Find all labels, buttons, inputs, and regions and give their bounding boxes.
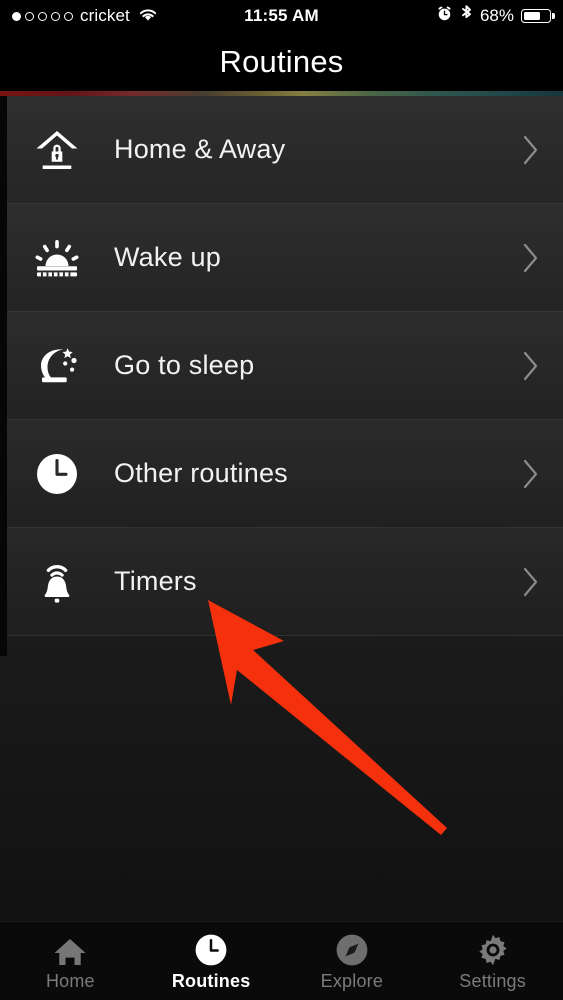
signal-dot-4 [51, 11, 60, 21]
battery-fill [523, 11, 541, 21]
status-bar-right: 68% [436, 4, 551, 28]
tab-settings[interactable]: Settings [422, 922, 563, 1000]
clock-icon [194, 931, 228, 967]
empty-area [0, 636, 563, 921]
list-item-label: Home & Away [114, 134, 286, 164]
list-item-label: Timers [114, 566, 197, 596]
status-bar: cricket 11:55 AM 68% [0, 0, 563, 32]
accent-gradient-line [0, 91, 563, 96]
ringing-bell-icon [22, 551, 92, 613]
chevron-right-icon[interactable] [519, 565, 541, 599]
chevron-right-icon[interactable] [519, 349, 541, 383]
chevron-right-icon[interactable] [519, 241, 541, 275]
gear-icon [476, 931, 510, 967]
tab-home[interactable]: Home [0, 922, 141, 1000]
sunrise-icon [22, 227, 92, 289]
signal-dot-1 [12, 11, 21, 21]
compass-icon [335, 931, 369, 967]
tab-label: Routines [171, 970, 251, 991]
list-item-home-and-away[interactable]: Home & Away [0, 96, 563, 204]
page-title: Routines [219, 43, 344, 79]
signal-dot-5 [64, 11, 73, 21]
moon-stars-icon [22, 335, 92, 397]
signal-strength-dots [12, 11, 73, 21]
list-item-timers[interactable]: Timers [0, 528, 563, 636]
alarm-clock-icon [436, 5, 453, 27]
signal-dot-2 [25, 11, 34, 21]
chevron-right-icon[interactable] [519, 457, 541, 491]
list-item-other-routines[interactable]: Other routines [0, 420, 563, 528]
list-item-label: Other routines [114, 458, 288, 488]
phone-screen: cricket 11:55 AM 68% Routines Home & Awa… [0, 0, 563, 1000]
signal-dot-3 [38, 11, 47, 21]
tab-bar: Home Routines Explore Settings [0, 921, 563, 1000]
clock-icon [22, 443, 92, 505]
tab-label: Settings [459, 970, 526, 991]
house-lock-icon [22, 119, 92, 181]
status-bar-left: cricket [12, 6, 159, 27]
tab-label: Home [45, 970, 95, 991]
list-item-label: Wake up [114, 242, 221, 272]
list-item-wake-up[interactable]: Wake up [0, 204, 563, 312]
battery-percent-label: 68% [479, 6, 514, 25]
list-item-go-to-sleep[interactable]: Go to sleep [0, 312, 563, 420]
routines-list: Home & Away Wake up Go to sleep Other ro… [0, 96, 563, 636]
list-item-label: Go to sleep [114, 350, 255, 380]
tab-label: Explore [320, 970, 384, 991]
wifi-icon [137, 6, 159, 27]
bluetooth-icon [460, 4, 473, 28]
nav-bar: Routines [0, 32, 563, 91]
home-icon [53, 931, 87, 967]
chevron-right-icon[interactable] [519, 133, 541, 167]
tab-routines[interactable]: Routines [141, 922, 282, 1000]
tab-explore[interactable]: Explore [282, 922, 423, 1000]
carrier-label: cricket [80, 6, 130, 25]
battery-icon [521, 9, 551, 23]
